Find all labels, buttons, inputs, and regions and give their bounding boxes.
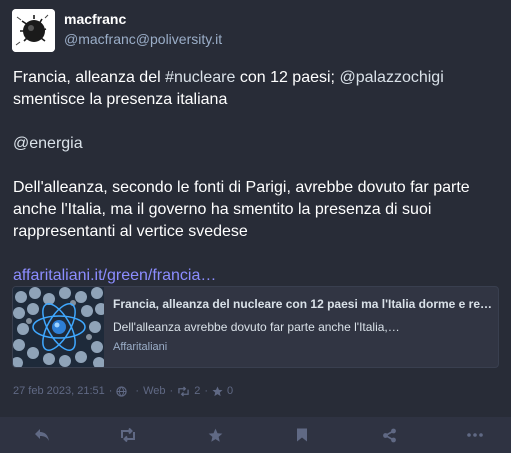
status-paragraph-3: Dell'alleanza, secondo le fonti di Parig… (13, 179, 470, 240)
status-meta: 27 feb 2023, 21:51 · · Web · 2 · 0 (13, 385, 233, 397)
application-name: Web (143, 385, 166, 397)
ellipsis-icon (467, 433, 483, 437)
card-thumbnail (13, 287, 104, 367)
reply-button[interactable] (25, 417, 59, 453)
separator-dot: · (169, 385, 174, 397)
status-content: Francia, alleanza del #nucleare con 12 p… (13, 67, 499, 309)
card-title[interactable]: Francia, alleanza del nucleare con 12 pa… (113, 297, 493, 311)
star-icon (212, 385, 223, 397)
avatar-bomb-icon (12, 9, 55, 52)
card-provider: Affaritaliani (113, 341, 168, 353)
separator-dot: · (135, 385, 140, 397)
article-link[interactable]: affaritaliani.it/green/francia… (13, 267, 216, 284)
boost-icon (177, 385, 190, 397)
favourite-button[interactable] (198, 417, 232, 453)
boost-count: 2 (194, 385, 201, 397)
status-paragraph-2: @energia (13, 133, 499, 155)
avatar[interactable] (12, 9, 55, 52)
action-bar (0, 417, 511, 453)
hashtag-link[interactable]: #nucleare (165, 69, 235, 86)
timestamp[interactable]: 27 feb 2023, 21:51 (13, 385, 105, 397)
separator-dot: · (204, 385, 208, 397)
text: smentisce la presenza italiana (13, 91, 228, 108)
status-post: macfranc @macfranc@poliversity.it Franci… (0, 0, 511, 453)
status-paragraph-1: Francia, alleanza del #nucleare con 12 p… (13, 67, 499, 111)
reply-icon (35, 429, 49, 441)
star-icon (208, 428, 222, 442)
display-name[interactable]: macfranc (64, 11, 126, 27)
share-button[interactable] (372, 417, 406, 453)
separator-dot: · (108, 385, 113, 397)
bookmark-icon (297, 428, 307, 442)
favourite-count: 0 (226, 385, 234, 397)
globe-icon (116, 385, 128, 397)
mention-link[interactable]: @palazzochigi (339, 69, 443, 86)
bookmark-button[interactable] (285, 417, 319, 453)
status-paragraph-4: affaritaliani.it/green/francia… (13, 265, 499, 287)
link-preview-card[interactable]: Francia, alleanza del nucleare con 12 pa… (12, 286, 499, 368)
boost-icon (121, 428, 135, 442)
card-description: Dell'alleanza avrebbe dovuto far parte a… (113, 320, 400, 334)
atoms-image (13, 287, 104, 367)
text: con 12 paesi; (235, 69, 340, 86)
mention-link[interactable]: @energia (13, 135, 83, 152)
more-button[interactable] (458, 417, 492, 453)
text: Francia, alleanza del (13, 69, 166, 86)
share-icon (382, 428, 396, 442)
account-handle[interactable]: @macfranc@poliversity.it (64, 31, 222, 47)
boost-button[interactable] (111, 417, 145, 453)
